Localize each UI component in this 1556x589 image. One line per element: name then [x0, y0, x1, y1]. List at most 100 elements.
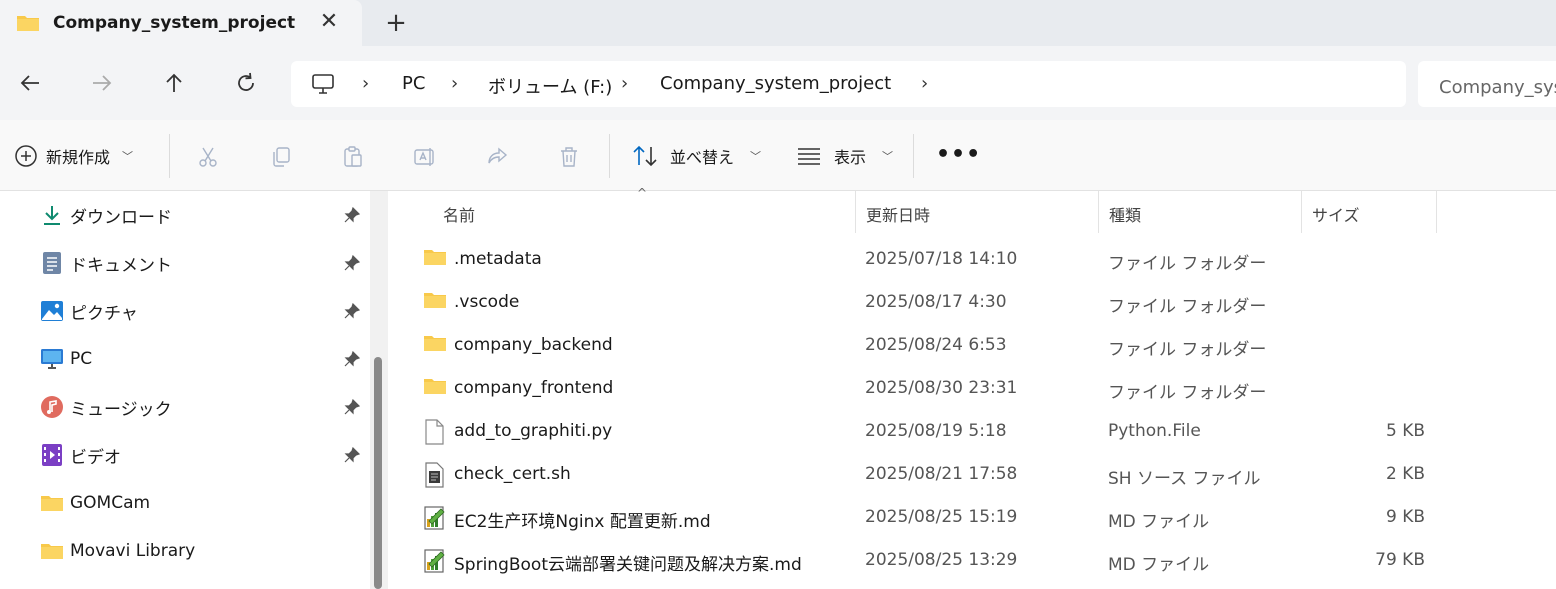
- sidebar-scrollbar[interactable]: [370, 191, 388, 589]
- documents-icon: [40, 251, 64, 275]
- cut-icon: [199, 147, 217, 167]
- pin-icon[interactable]: [344, 254, 361, 275]
- sort-button[interactable]: 並べ替え ﹀: [632, 144, 761, 168]
- tab-strip: Company_system_project ✕ +: [0, 0, 1556, 46]
- file-name: company_frontend: [454, 378, 614, 398]
- sidebar-item-label: ドキュメント: [70, 255, 172, 276]
- forward-button[interactable]: [85, 66, 119, 100]
- view-button[interactable]: 表示 ﹀: [796, 144, 893, 168]
- tab-company-system-project[interactable]: Company_system_project ✕: [0, 0, 362, 46]
- folder-icon: [423, 247, 449, 273]
- new-tab-button[interactable]: +: [382, 8, 410, 38]
- rename-button[interactable]: [412, 144, 438, 170]
- file-type: ファイル フォルダー: [1108, 383, 1267, 403]
- pin-icon[interactable]: [344, 446, 361, 467]
- file-row[interactable]: EC2生产环境Nginx 配置更新.md 2025/08/25 15:19 MD…: [395, 497, 1556, 540]
- music-icon: [40, 395, 64, 419]
- column-header-size[interactable]: サイズ: [1302, 191, 1437, 233]
- column-header-name[interactable]: 名前: [433, 191, 856, 233]
- column-header-date[interactable]: 更新日時: [856, 191, 1099, 233]
- file-name: .metadata: [454, 249, 542, 269]
- script-file-icon: [423, 462, 449, 488]
- rename-icon: [414, 148, 434, 166]
- file-date: 2025/08/19 5:18: [865, 421, 1007, 441]
- chevron-down-icon: ﹀: [122, 150, 134, 163]
- cut-button[interactable]: [195, 144, 221, 170]
- download-icon: [40, 203, 64, 227]
- file-date: 2025/08/24 6:53: [865, 335, 1007, 355]
- file-date: 2025/08/30 23:31: [865, 378, 1018, 398]
- sidebar-item-label: ピクチャ: [70, 303, 138, 324]
- file-type: MD ファイル: [1108, 555, 1210, 575]
- file-row[interactable]: company_frontend 2025/08/30 23:31 ファイル フ…: [395, 368, 1556, 411]
- scrollbar-thumb[interactable]: [374, 357, 382, 589]
- file-type: ファイル フォルダー: [1108, 254, 1267, 274]
- pc-icon: [311, 72, 335, 100]
- search-input[interactable]: Company_system_project の検索: [1418, 61, 1556, 107]
- more-options-button[interactable]: •••: [936, 142, 981, 167]
- sidebar-item-videos[interactable]: ビデオ: [40, 435, 370, 475]
- delete-button[interactable]: [556, 144, 582, 170]
- sidebar-item-gomcam[interactable]: GOMCam: [40, 483, 370, 523]
- copy-icon: [273, 147, 290, 167]
- tab-title: Company_system_project: [53, 13, 296, 33]
- close-tab-button[interactable]: ✕: [316, 8, 342, 36]
- sidebar-item-label: ビデオ: [70, 447, 121, 468]
- chevron-right-icon[interactable]: ›: [621, 73, 628, 94]
- refresh-button[interactable]: [229, 66, 263, 100]
- address-bar[interactable]: › PC › ボリューム (F:) › Company_system_proje…: [291, 61, 1406, 107]
- file-type: ファイル フォルダー: [1108, 340, 1267, 360]
- paste-button[interactable]: [340, 144, 366, 170]
- new-button[interactable]: 新規作成 ﹀: [14, 144, 133, 168]
- sidebar-item-label: GOMCam: [70, 493, 151, 513]
- back-button[interactable]: [13, 66, 47, 100]
- file-row[interactable]: .metadata 2025/07/18 14:10 ファイル フォルダー: [395, 239, 1556, 282]
- sidebar-item-downloads[interactable]: ダウンロード: [40, 195, 370, 235]
- pc-icon: [40, 347, 64, 371]
- pin-icon[interactable]: [344, 302, 361, 323]
- chevron-right-icon[interactable]: ›: [362, 73, 369, 94]
- file-type: SH ソース ファイル: [1108, 469, 1261, 489]
- breadcrumb-pc[interactable]: PC: [402, 73, 425, 94]
- pin-icon[interactable]: [344, 350, 361, 371]
- folder-icon: [423, 333, 449, 359]
- file-size: 5 KB: [1385, 421, 1425, 441]
- sidebar-item-movavi-library[interactable]: Movavi Library: [40, 531, 370, 571]
- file-row[interactable]: company_backend 2025/08/24 6:53 ファイル フォル…: [395, 325, 1556, 368]
- chevron-right-icon[interactable]: ›: [921, 73, 928, 94]
- sidebar-item-pc[interactable]: PC: [40, 339, 370, 379]
- sidebar-item-pictures[interactable]: ピクチャ: [40, 291, 370, 331]
- pin-icon[interactable]: [344, 398, 361, 419]
- sort-icon: [633, 145, 657, 167]
- file-row[interactable]: .vscode 2025/08/17 4:30 ファイル フォルダー: [395, 282, 1556, 325]
- file-row[interactable]: SpringBoot云端部署关键问题及解决方案.md 2025/08/25 13…: [395, 540, 1556, 583]
- forward-arrow-icon: [93, 75, 112, 91]
- chevron-right-icon[interactable]: ›: [451, 73, 458, 94]
- toolbar-divider: [913, 134, 914, 178]
- search-placeholder: Company_system_project の検索: [1439, 77, 1556, 98]
- file-name: .vscode: [454, 292, 520, 312]
- folder-icon: [40, 491, 64, 515]
- file-name: check_cert.sh: [454, 464, 571, 484]
- view-button-label: 表示: [834, 148, 867, 167]
- back-arrow-icon: [20, 75, 39, 91]
- navigation-bar: › PC › ボリューム (F:) › Company_system_proje…: [0, 46, 1556, 120]
- column-header-type[interactable]: 種類: [1099, 191, 1302, 233]
- file-row[interactable]: check_cert.sh 2025/08/21 17:58 SH ソース ファ…: [395, 454, 1556, 497]
- up-button[interactable]: [157, 66, 191, 100]
- sidebar-item-documents[interactable]: ドキュメント: [40, 243, 370, 283]
- file-size: 79 KB: [1375, 550, 1425, 570]
- pin-icon[interactable]: [344, 206, 361, 227]
- file-date: 2025/08/25 13:29: [865, 550, 1018, 570]
- file-name: add_to_graphiti.py: [454, 421, 613, 441]
- file-row[interactable]: add_to_graphiti.py 2025/08/19 5:18 Pytho…: [395, 411, 1556, 454]
- copy-button[interactable]: [268, 144, 294, 170]
- file-name: SpringBoot云端部署关键问题及解决方案.md: [454, 555, 802, 575]
- file-size: 9 KB: [1385, 507, 1425, 527]
- breadcrumb-company-system-project[interactable]: Company_system_project: [660, 73, 891, 94]
- column-header-label: 更新日時: [866, 206, 931, 225]
- toolbar-divider: [609, 134, 610, 178]
- sidebar-item-music[interactable]: ミュージック: [40, 387, 370, 427]
- share-button[interactable]: [484, 144, 510, 170]
- breadcrumb-volume-f[interactable]: ボリューム (F:): [488, 73, 612, 99]
